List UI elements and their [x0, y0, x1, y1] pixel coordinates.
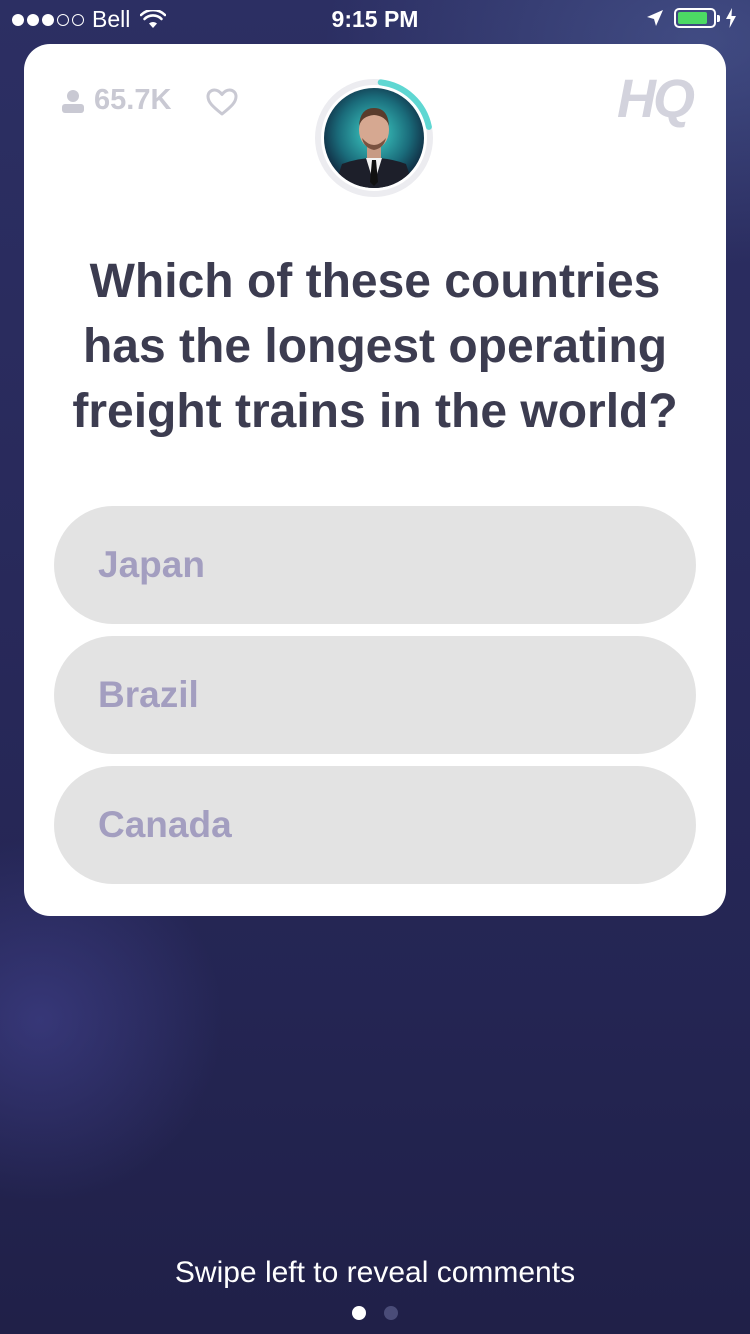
user-icon	[62, 89, 84, 113]
hq-logo: HQ	[617, 69, 695, 129]
swipe-hint: Swipe left to reveal comments	[174, 1256, 576, 1289]
answer-option-2[interactable]: Brazil	[54, 636, 696, 754]
viewer-count: 65.7K	[60, 84, 171, 117]
answer-option-1[interactable]: Japan	[54, 506, 696, 624]
status-time: 9:15 PM	[331, 6, 419, 32]
battery-icon	[674, 8, 720, 28]
page-dot-2[interactable]	[384, 1306, 398, 1320]
host-timer	[314, 78, 434, 198]
answer-option-label: Japan	[98, 544, 205, 585]
heart-icon[interactable]	[206, 88, 238, 116]
location-arrow-icon	[647, 10, 663, 26]
charging-bolt-icon	[726, 8, 736, 28]
status-bar: Bell 9:15 PM	[0, 0, 750, 40]
answer-option-3[interactable]: Canada	[54, 766, 696, 884]
answer-option-label: Canada	[98, 804, 232, 845]
host-avatar	[324, 88, 424, 188]
answer-option-label: Brazil	[98, 674, 199, 715]
page-indicator[interactable]	[0, 1306, 750, 1320]
question-text: Which of these countries has the longest…	[72, 255, 678, 438]
question-card: 65.7K HQ Which of these countries has th…	[24, 44, 726, 916]
status-right	[646, 8, 736, 28]
viewer-count-label: 65.7K	[94, 84, 172, 116]
page-dot-1[interactable]	[352, 1306, 366, 1320]
